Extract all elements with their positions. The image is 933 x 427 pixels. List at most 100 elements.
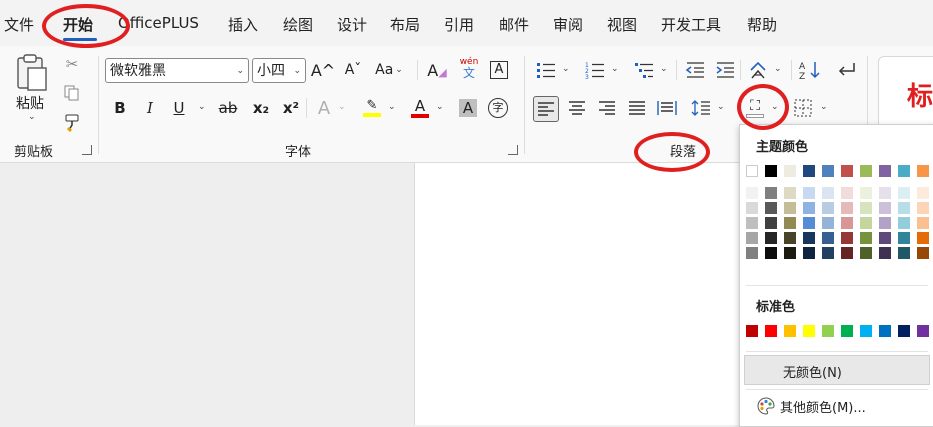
theme-color-swatch[interactable] — [841, 217, 853, 229]
theme-color-swatch[interactable] — [841, 232, 853, 244]
theme-color-swatch[interactable] — [822, 247, 834, 259]
subscript-button[interactable]: x₂ — [249, 96, 273, 120]
theme-color-swatch[interactable] — [860, 247, 872, 259]
theme-color-swatch[interactable] — [765, 217, 777, 229]
chevron-down-icon[interactable]: ⌄ — [562, 64, 570, 74]
theme-color-swatch[interactable] — [898, 187, 910, 199]
shrink-font-button[interactable]: Aˇ — [341, 58, 365, 82]
theme-color-swatch[interactable] — [746, 202, 758, 214]
decrease-indent-button[interactable] — [683, 58, 707, 82]
tab-draw[interactable]: 绘图 — [283, 14, 313, 35]
tab-help[interactable]: 帮助 — [747, 14, 777, 35]
character-border-button[interactable]: A — [487, 58, 511, 82]
tab-references[interactable]: 引用 — [444, 14, 474, 35]
theme-color-swatch[interactable] — [879, 202, 891, 214]
theme-color-swatch[interactable] — [803, 187, 815, 199]
theme-color-swatch[interactable] — [860, 187, 872, 199]
theme-color-swatch[interactable] — [765, 165, 777, 177]
standard-color-swatch[interactable] — [746, 325, 758, 337]
standard-color-swatch[interactable] — [860, 325, 872, 337]
more-colors-option[interactable]: 其他颜色(M)... — [744, 391, 930, 421]
no-color-option[interactable]: 无颜色(N) — [744, 355, 930, 385]
show-marks-button[interactable] — [834, 58, 858, 82]
tab-view[interactable]: 视图 — [607, 14, 637, 35]
standard-color-swatch[interactable] — [822, 325, 834, 337]
borders-button[interactable] — [791, 96, 815, 120]
standard-color-swatch[interactable] — [898, 325, 910, 337]
shading-button[interactable]: ⛶ — [743, 96, 767, 120]
chinese-layout-button[interactable] — [746, 58, 770, 82]
theme-color-swatch[interactable] — [879, 165, 891, 177]
theme-color-swatch[interactable] — [898, 202, 910, 214]
theme-color-swatch[interactable] — [822, 202, 834, 214]
theme-color-swatch[interactable] — [746, 247, 758, 259]
font-launcher-icon[interactable] — [508, 145, 518, 155]
increase-indent-button[interactable] — [713, 58, 737, 82]
clear-formatting-button[interactable]: A◢ — [425, 58, 449, 82]
theme-color-swatch[interactable] — [879, 187, 891, 199]
chevron-down-icon[interactable]: ⌄ — [774, 64, 782, 74]
clipboard-launcher-icon[interactable] — [82, 145, 92, 155]
theme-color-swatch[interactable] — [803, 217, 815, 229]
chevron-down-icon[interactable]: ⌄ — [660, 64, 668, 74]
align-center-button[interactable] — [565, 96, 589, 120]
italic-button[interactable]: I — [138, 96, 162, 120]
theme-color-swatch[interactable] — [746, 217, 758, 229]
theme-color-swatch[interactable] — [765, 247, 777, 259]
theme-color-swatch[interactable] — [898, 165, 910, 177]
chevron-down-icon[interactable]: ⌄ — [771, 102, 779, 112]
theme-color-swatch[interactable] — [822, 217, 834, 229]
theme-color-swatch[interactable] — [917, 232, 929, 244]
tab-review[interactable]: 审阅 — [553, 14, 583, 35]
theme-color-swatch[interactable] — [898, 232, 910, 244]
paste-button[interactable]: 粘贴 ⌄ — [12, 52, 52, 130]
font-size-select[interactable]: 小四 ⌄ — [252, 58, 306, 83]
format-painter-button[interactable] — [60, 110, 84, 134]
character-shading-button[interactable]: A — [456, 96, 480, 120]
chevron-down-icon[interactable]: ⌄ — [611, 64, 619, 74]
tab-developer[interactable]: 开发工具 — [661, 14, 721, 35]
superscript-button[interactable]: x² — [279, 96, 303, 120]
standard-color-swatch[interactable] — [879, 325, 891, 337]
text-effects-button[interactable]: A — [312, 96, 336, 120]
align-left-button[interactable] — [533, 96, 559, 122]
theme-color-swatch[interactable] — [784, 187, 796, 199]
theme-color-swatch[interactable] — [822, 232, 834, 244]
theme-color-swatch[interactable] — [746, 187, 758, 199]
theme-color-swatch[interactable] — [860, 165, 872, 177]
font-name-select[interactable]: 微软雅黑 ⌄ — [105, 58, 249, 83]
sort-button[interactable]: AZ — [798, 58, 822, 82]
theme-color-swatch[interactable] — [784, 165, 796, 177]
standard-color-swatch[interactable] — [784, 325, 796, 337]
standard-color-swatch[interactable] — [841, 325, 853, 337]
theme-color-swatch[interactable] — [917, 165, 929, 177]
theme-color-swatch[interactable] — [822, 165, 834, 177]
theme-color-swatch[interactable] — [803, 247, 815, 259]
standard-color-swatch[interactable] — [765, 325, 777, 337]
justify-button[interactable] — [625, 96, 649, 120]
theme-color-swatch[interactable] — [879, 217, 891, 229]
numbering-button[interactable]: 123 — [583, 58, 607, 82]
bullets-button[interactable] — [534, 58, 558, 82]
align-right-button[interactable] — [595, 96, 619, 120]
theme-color-swatch[interactable] — [860, 232, 872, 244]
enclose-characters-button[interactable]: 字 — [486, 96, 510, 120]
theme-color-swatch[interactable] — [784, 217, 796, 229]
theme-color-swatch[interactable] — [917, 187, 929, 199]
theme-color-swatch[interactable] — [917, 247, 929, 259]
theme-color-swatch[interactable] — [898, 217, 910, 229]
theme-color-swatch[interactable] — [746, 165, 758, 177]
tab-officeplus[interactable]: OfficePLUS — [118, 14, 199, 32]
theme-color-swatch[interactable] — [841, 247, 853, 259]
document-page[interactable] — [414, 163, 755, 425]
tab-design[interactable]: 设计 — [337, 14, 367, 35]
phonetic-guide-button[interactable]: wén 文 — [457, 56, 481, 80]
chevron-down-icon[interactable]: ⌄ — [338, 102, 346, 112]
theme-color-swatch[interactable] — [765, 232, 777, 244]
theme-color-swatch[interactable] — [879, 247, 891, 259]
grow-font-button[interactable]: A^ — [311, 58, 335, 82]
theme-color-swatch[interactable] — [917, 202, 929, 214]
chevron-down-icon[interactable]: ⌄ — [717, 102, 725, 112]
distribute-button[interactable] — [655, 96, 679, 120]
theme-color-swatch[interactable] — [765, 202, 777, 214]
